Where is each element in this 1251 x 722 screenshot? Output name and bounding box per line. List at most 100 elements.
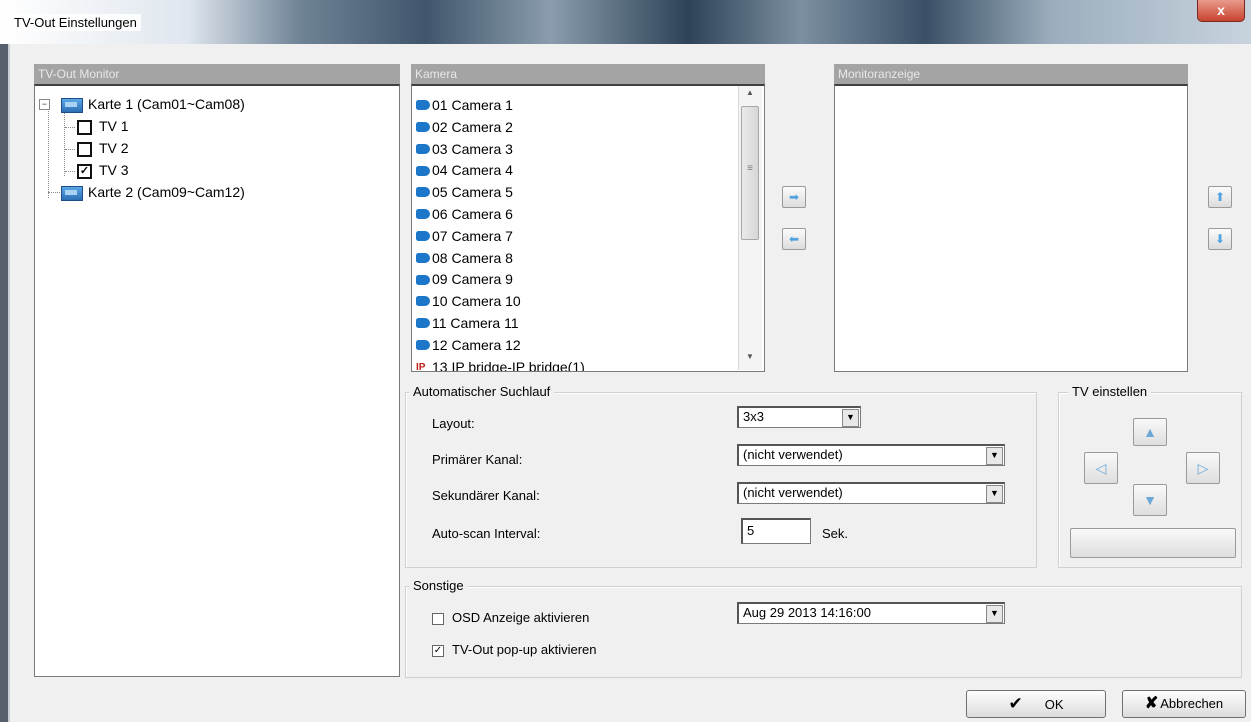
- tree-connector: [48, 192, 60, 193]
- secondary-channel-select[interactable]: (nicht verwendet) ▼: [737, 482, 1005, 504]
- auto-scan-interval-input[interactable]: 5: [741, 518, 811, 544]
- camera-list-item[interactable]: 05 Camera 5: [416, 181, 513, 203]
- arrow-up-icon: ⬆: [1214, 190, 1226, 204]
- camera-list-item[interactable]: 03 Camera 3: [416, 138, 513, 160]
- triangle-left-icon: ◁: [1095, 460, 1107, 476]
- auto-scan-interval-label: Auto-scan Interval:: [432, 526, 541, 541]
- datetime-select[interactable]: Aug 29 2013 14:16:00 ▼: [737, 602, 1005, 624]
- checkbox-icon[interactable]: [77, 141, 92, 157]
- close-button[interactable]: x: [1197, 0, 1245, 22]
- camera-list-item[interactable]: 07 Camera 7: [416, 225, 513, 247]
- camera-list-item[interactable]: 01 Camera 1: [416, 94, 513, 116]
- camera-icon: [416, 296, 430, 307]
- osd-checkbox-row[interactable]: OSD Anzeige aktivieren: [432, 610, 589, 625]
- tree-tv-item[interactable]: TV 1: [77, 116, 129, 136]
- chevron-down-icon[interactable]: ▼: [986, 605, 1003, 623]
- move-up-button[interactable]: ⬆: [1208, 186, 1232, 208]
- camera-icon: [416, 274, 430, 285]
- tree-connector: [65, 149, 75, 150]
- capture-card-icon: [61, 185, 83, 201]
- camera-icon: [416, 209, 430, 220]
- camera-list-item[interactable]: 12 Camera 12: [416, 334, 521, 356]
- tv-up-button[interactable]: ▲: [1133, 418, 1167, 446]
- camera-icon: [416, 340, 430, 351]
- auto-scan-title: Automatischer Suchlauf: [409, 384, 555, 399]
- scroll-down-arrow-icon[interactable]: ▼: [739, 352, 761, 368]
- monitoranzeige-header: Monitoranzeige: [834, 64, 1188, 84]
- camera-list[interactable]: IP 13 IP bridge-IP bridge(1) 12 Camera 12 1…: [411, 84, 765, 372]
- camera-list-label: 06 Camera 6: [432, 206, 513, 222]
- camera-icon: [416, 165, 430, 176]
- camera-list-label: 05 Camera 5: [432, 184, 513, 201]
- popup-label: TV-Out pop-up aktivieren: [452, 642, 597, 657]
- tv-right-button[interactable]: ▷: [1186, 452, 1220, 484]
- camera-icon: [416, 252, 430, 263]
- camera-list-item[interactable]: 06 Camera 6: [416, 203, 513, 225]
- remove-from-monitor-button[interactable]: ⬅: [782, 228, 806, 250]
- camera-list-item[interactable]: 09 Camera 9: [416, 268, 513, 290]
- primary-channel-select[interactable]: (nicht verwendet) ▼: [737, 444, 1005, 466]
- monitor-display-list[interactable]: [834, 84, 1188, 372]
- other-title: Sonstige: [409, 578, 468, 593]
- camera-icon: [416, 231, 430, 242]
- tree-tv-item[interactable]: ✓ TV 3: [77, 160, 129, 180]
- tree-card-2[interactable]: Karte 2 (Cam09~Cam12): [61, 182, 245, 202]
- tree-expander-icon[interactable]: −: [39, 99, 50, 110]
- tv-setup-title: TV einstellen: [1068, 384, 1152, 399]
- camera-list-label: 13 IP bridge-IP bridge(1): [432, 358, 585, 372]
- camera-list-label: 02 Camera 2: [432, 118, 513, 135]
- camera-icon: [416, 143, 430, 154]
- camera-list-scroll-thumb[interactable]: ≡: [741, 106, 759, 240]
- camera-list-item[interactable]: 04 Camera 4: [416, 159, 513, 181]
- scroll-up-arrow-icon[interactable]: ▲: [739, 88, 761, 104]
- camera-list-item[interactable]: 02 Camera 2: [416, 116, 513, 138]
- tree-tv-item[interactable]: TV 2: [77, 138, 129, 158]
- ok-button[interactable]: ✔ OK: [966, 690, 1106, 718]
- camera-list-label: 08 Camera 8: [432, 249, 513, 266]
- osd-label: OSD Anzeige aktivieren: [452, 610, 590, 625]
- camera-list-scrollbar[interactable]: ▲ ≡ ▼: [738, 86, 762, 370]
- ok-label: OK: [1044, 697, 1064, 712]
- camera-icon: [416, 122, 430, 133]
- secondary-channel-label: Sekundärer Kanal:: [432, 488, 540, 503]
- arrow-right-icon: ➡: [788, 190, 800, 204]
- camera-list-item[interactable]: IP 13 IP bridge-IP bridge(1): [416, 356, 585, 372]
- tv-left-button[interactable]: ◁: [1084, 452, 1118, 484]
- popup-checkbox[interactable]: ✓: [432, 644, 444, 657]
- camera-list-item[interactable]: 11 Camera 11: [416, 312, 519, 334]
- tv-setup-apply-button[interactable]: [1070, 528, 1236, 558]
- camera-icon: [416, 100, 430, 111]
- close-x-icon: ✘: [1144, 695, 1159, 712]
- osd-checkbox[interactable]: [432, 612, 444, 625]
- chevron-down-icon[interactable]: ▼: [986, 485, 1003, 503]
- cancel-button[interactable]: ✘ Abbrechen: [1122, 690, 1246, 718]
- tv-out-monitor-tree[interactable]: − Karte 1 (Cam01~Cam08) TV 1 TV 2 ✓ TV 3 Karte…: [34, 84, 400, 677]
- move-down-button[interactable]: ⬇: [1208, 228, 1232, 250]
- layout-label: Layout:: [432, 416, 475, 431]
- tree-connector: [65, 171, 75, 172]
- layout-select[interactable]: 3x3 ▼: [737, 406, 861, 428]
- layout-value: 3x3: [743, 409, 764, 424]
- checkbox-checked-icon[interactable]: ✓: [77, 163, 92, 179]
- camera-list-label: 01 Camera 1: [432, 97, 513, 113]
- popup-checkbox-row[interactable]: ✓ TV-Out pop-up aktivieren: [432, 642, 597, 657]
- camera-list-item[interactable]: 10 Camera 10: [416, 290, 521, 312]
- chevron-down-icon[interactable]: ▼: [986, 447, 1003, 465]
- camera-list-item[interactable]: 08 Camera 8: [416, 247, 513, 269]
- tree-connector: [48, 104, 49, 198]
- cancel-label: Abbrechen: [1160, 696, 1224, 711]
- tree-tv-label: TV 1: [99, 118, 129, 134]
- tv-down-button[interactable]: ▼: [1133, 484, 1167, 516]
- camera-list-label: 07 Camera 7: [432, 227, 513, 244]
- camera-icon: [416, 187, 430, 198]
- tree-card-1[interactable]: Karte 1 (Cam01~Cam08): [61, 94, 245, 114]
- add-to-monitor-button[interactable]: ➡: [782, 186, 806, 208]
- secondary-channel-value: (nicht verwendet): [743, 485, 843, 500]
- camera-list-label: 09 Camera 9: [432, 271, 513, 288]
- tree-connector: [65, 127, 75, 128]
- ip-icon: IP: [416, 361, 426, 372]
- checkbox-icon[interactable]: [77, 119, 92, 135]
- chevron-down-icon[interactable]: ▼: [842, 409, 859, 427]
- window-frame: [0, 44, 8, 722]
- tree-connector: [64, 110, 65, 176]
